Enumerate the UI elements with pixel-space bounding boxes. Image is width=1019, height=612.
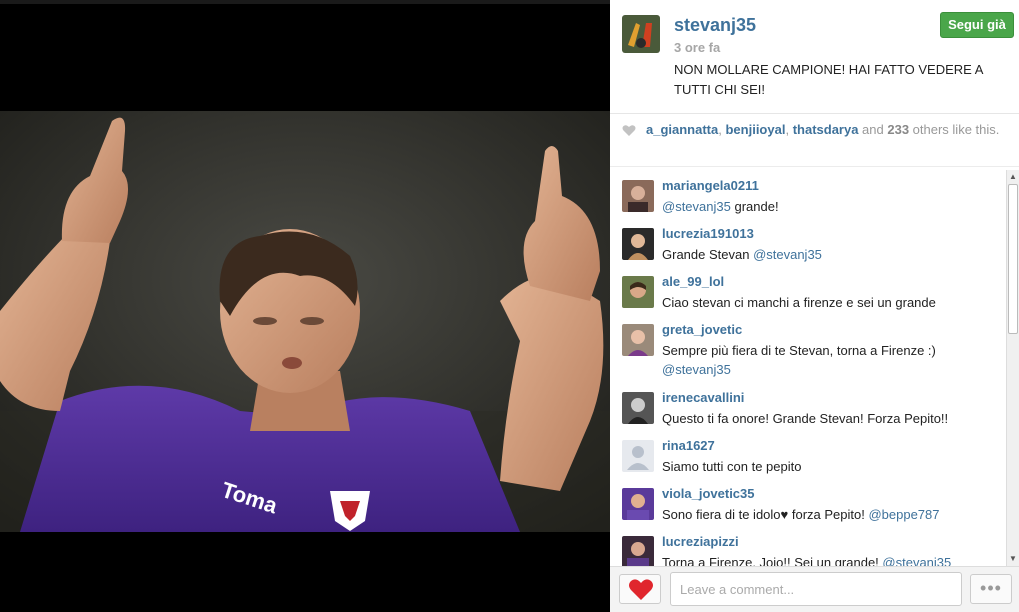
mention-link[interactable]: @stevanj35	[753, 247, 822, 262]
comment-text: @stevanj35 grande!	[662, 199, 779, 214]
heart-icon	[629, 579, 653, 600]
comment-text: Questo ti fa onore! Grande Stevan! Forza…	[662, 411, 949, 426]
like-button[interactable]	[619, 574, 661, 604]
comments-scrollbar[interactable]: ▲ ▼	[1006, 170, 1019, 566]
commenter-username[interactable]: lucreziapizzi	[662, 534, 739, 549]
comment-text: Grande Stevan @stevanj35	[662, 247, 822, 262]
commenter-username[interactable]: irenecavallini	[662, 390, 744, 405]
likes-separator: ,	[785, 122, 793, 137]
commenter-avatar[interactable]	[622, 488, 654, 520]
comment-input[interactable]	[670, 572, 962, 606]
author-username[interactable]: stevanj35	[674, 15, 756, 36]
comment-text: Sempre più fiera di te Stevan, torna a F…	[662, 343, 936, 377]
follow-button[interactable]: Segui già	[940, 12, 1014, 38]
comment-text: Sono fiera di te idolo♥ forza Pepito! @b…	[662, 507, 940, 522]
mention-link[interactable]: @stevanj35	[662, 362, 731, 377]
photo-area: Toma	[0, 0, 610, 611]
liker-link[interactable]: thatsdarya	[793, 122, 859, 137]
commenter-avatar[interactable]	[622, 228, 654, 260]
heart-icon	[622, 124, 636, 141]
likes-summary: a_giannatta, benjiioyal, thatsdarya and …	[622, 122, 1002, 162]
scroll-up-arrow-icon[interactable]: ▲	[1007, 170, 1019, 184]
comments-list[interactable]: mariangela0211 @stevanj35 grande! lucrez…	[610, 170, 1006, 566]
post-panel: stevanj35 3 ore fa NON MOLLARE CAMPIONE!…	[610, 0, 1019, 612]
commenter-avatar[interactable]	[622, 276, 654, 308]
top-strip	[0, 0, 610, 4]
post-caption: NON MOLLARE CAMPIONE! HAI FATTO VEDERE A…	[674, 62, 983, 97]
commenter-avatar[interactable]	[622, 392, 654, 424]
commenter-avatar[interactable]	[622, 180, 654, 212]
post-photo: Toma	[0, 111, 610, 532]
commenter-username[interactable]: rina1627	[662, 438, 715, 453]
author-avatar[interactable]	[622, 15, 660, 53]
post-time[interactable]: 3 ore fa	[674, 40, 720, 55]
player-photo: Toma	[0, 111, 610, 532]
mention-link[interactable]: @beppe787	[868, 507, 939, 522]
commenter-username[interactable]: viola_jovetic35	[662, 486, 755, 501]
avatar-image	[622, 15, 660, 53]
post-header: stevanj35 3 ore fa NON MOLLARE CAMPIONE!…	[610, 0, 1019, 114]
likes-and: and	[858, 122, 888, 137]
likes-count[interactable]: 233	[887, 122, 909, 137]
liker-link[interactable]: a_giannatta	[646, 122, 718, 137]
default-avatar-icon[interactable]	[622, 440, 654, 472]
mention-link[interactable]: @stevanj35	[662, 199, 731, 214]
commenter-avatar[interactable]	[622, 324, 654, 356]
commenter-username[interactable]: ale_99_lol	[662, 274, 724, 289]
commenter-username[interactable]: greta_jovetic	[662, 322, 742, 337]
likes-suffix: others like this.	[909, 122, 1000, 137]
commenter-username[interactable]: mariangela0211	[662, 178, 759, 193]
commenter-avatar[interactable]	[622, 536, 654, 566]
scrollbar-thumb[interactable]	[1008, 184, 1018, 334]
mention-link[interactable]: @stevanj35	[882, 555, 951, 566]
divider	[610, 166, 1019, 167]
commenter-username[interactable]: lucrezia191013	[662, 226, 754, 241]
scroll-down-arrow-icon[interactable]: ▼	[1007, 552, 1019, 566]
comment-text: Torna a Firenze, Jojo!! Sei un grande! @…	[662, 553, 982, 566]
liker-link[interactable]: benjiioyal	[725, 122, 785, 137]
comment-text: Siamo tutti con te pepito	[662, 459, 802, 474]
comment-footer: •••	[610, 566, 1019, 612]
comment-text: Ciao stevan ci manchi a firenze e sei un…	[662, 295, 936, 310]
more-options-button[interactable]: •••	[970, 574, 1012, 604]
